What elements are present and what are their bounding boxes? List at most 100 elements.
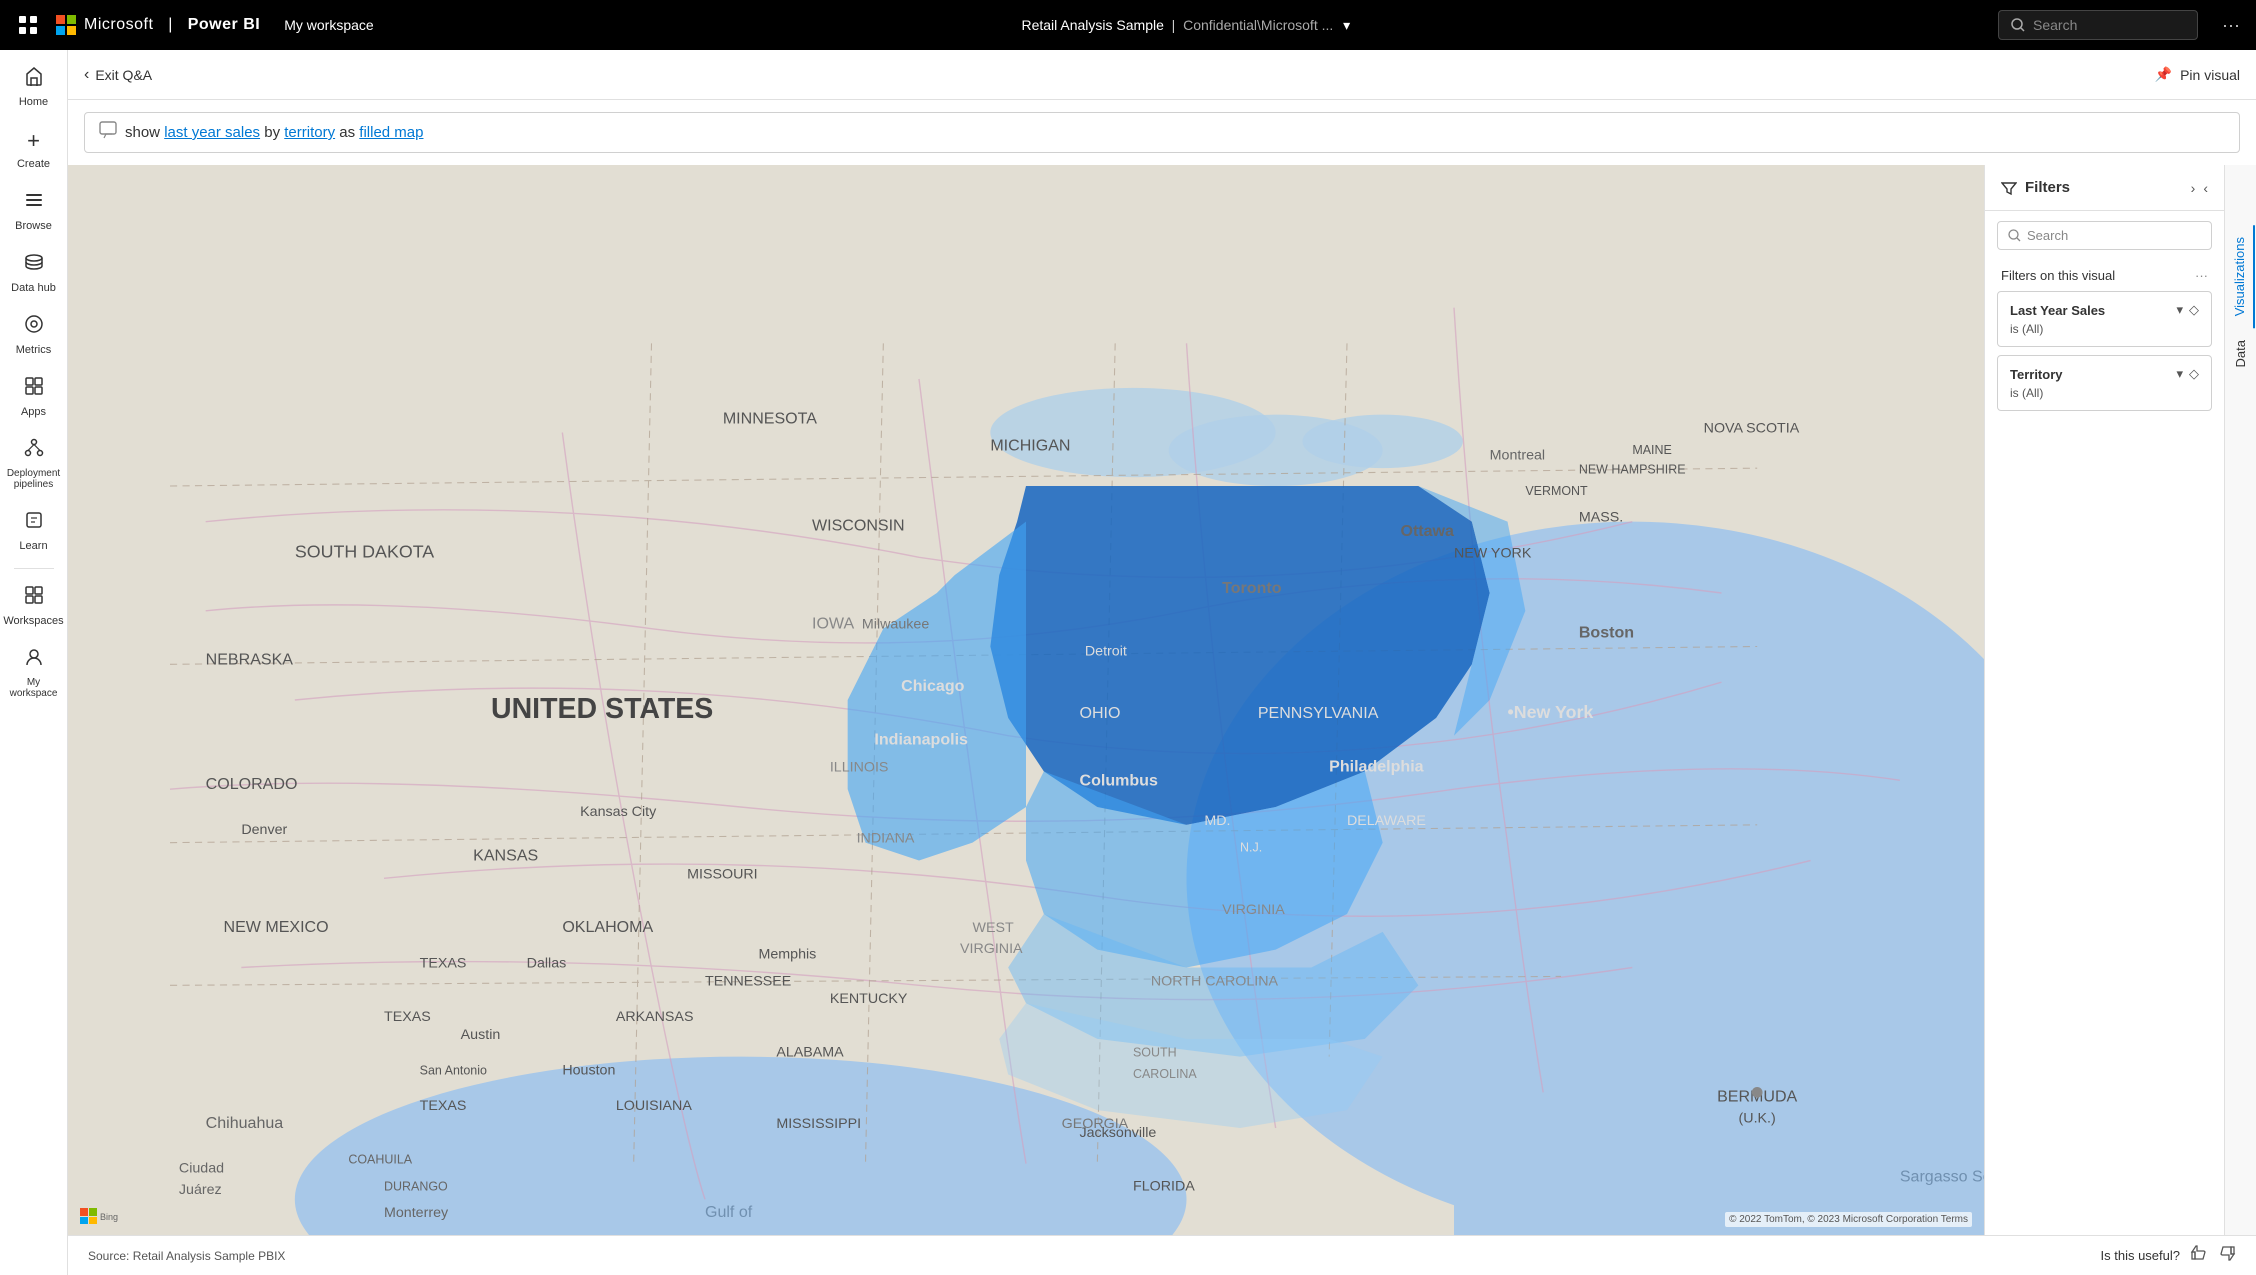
filter-icon [2001, 180, 2017, 196]
filter-panel: Filters › ‹ Search Filters on this vi [1984, 165, 2224, 1235]
create-icon: + [27, 128, 40, 154]
svg-text:Philadelphia: Philadelphia [1329, 757, 1425, 775]
qa-highlight-2[interactable]: territory [284, 124, 335, 141]
sidebar-item-home[interactable]: Home [2, 58, 66, 116]
filter-card-icons-2: ▾ ◇ [2176, 366, 2199, 382]
sidebar-item-deployment[interactable]: Deployment pipelines [2, 430, 66, 498]
home-icon [24, 66, 44, 92]
svg-text:OHIO: OHIO [1080, 704, 1121, 722]
learn-icon [24, 510, 44, 536]
datahub-icon [24, 252, 44, 278]
pin-label: Pin visual [2180, 67, 2240, 83]
sidebar-item-datahub[interactable]: Data hub [2, 244, 66, 302]
svg-text:UNITED STATES: UNITED STATES [491, 693, 713, 725]
svg-text:OKLAHOMA: OKLAHOMA [562, 918, 653, 936]
topbar-search[interactable]: Search [1998, 10, 2198, 40]
map-svg: UNITED STATES SOUTH DAKOTA NEBRASKA COLO… [68, 165, 1984, 1235]
report-title: Retail Analysis Sample | Confidential\Mi… [390, 17, 1982, 34]
sidebar-label-metrics: Metrics [16, 344, 51, 356]
sidebar-label-browse: Browse [15, 220, 52, 232]
svg-text:VIRGINIA: VIRGINIA [1222, 902, 1285, 918]
right-tabs: Visualizations Data [2224, 165, 2256, 1235]
svg-text:Denver: Denver [241, 822, 287, 838]
sidebar-item-create[interactable]: + Create [2, 120, 66, 178]
filter-expand-icon[interactable]: › [2191, 180, 2196, 196]
svg-text:Jacksonville: Jacksonville [1080, 1125, 1157, 1141]
svg-text:COAHUILA: COAHUILA [348, 1153, 412, 1167]
svg-text:KANSAS: KANSAS [473, 847, 538, 865]
filter-clear-2[interactable]: ◇ [2189, 366, 2199, 382]
filter-search[interactable]: Search [1997, 221, 2212, 250]
svg-text:Ciudad: Ciudad [179, 1161, 224, 1177]
svg-text:NORTH CAROLINA: NORTH CAROLINA [1151, 973, 1279, 989]
svg-text:MD.: MD. [1204, 813, 1230, 829]
filter-card-last-year-sales: Last Year Sales ▾ ◇ is (All) [1997, 291, 2212, 347]
svg-text:Chicago: Chicago [901, 677, 964, 695]
sidebar-label-home: Home [19, 96, 48, 108]
sidebar-item-workspaces[interactable]: Workspaces [2, 577, 66, 635]
sidebar-label-apps: Apps [21, 406, 46, 418]
filter-card-territory: Territory ▾ ◇ is (All) [1997, 355, 2212, 411]
sidebar-item-browse[interactable]: Browse [2, 182, 66, 240]
topbar: Microsoft | Power BI My workspace Retail… [0, 0, 2256, 50]
svg-text:ALABAMA: ALABAMA [776, 1045, 844, 1061]
exit-qa-label: Exit Q&A [95, 67, 152, 83]
qa-mid2: as [335, 124, 359, 141]
svg-text:PENNSYLVANIA: PENNSYLVANIA [1258, 704, 1379, 722]
sidebar-item-myworkspace[interactable]: My workspace [2, 639, 66, 707]
filter-chevron-2[interactable]: ▾ [2176, 366, 2183, 382]
svg-text:CAROLINA: CAROLINA [1133, 1067, 1197, 1081]
svg-text:Bing: Bing [100, 1212, 118, 1222]
thumbs-up-icon[interactable] [2190, 1244, 2208, 1267]
pin-visual-button[interactable]: 📌 Pin visual [2155, 66, 2240, 83]
more-options-icon[interactable]: ··· [2222, 15, 2240, 36]
tab-visualizations[interactable]: Visualizations [2226, 225, 2255, 328]
title-chevron-icon[interactable]: ▾ [1343, 17, 1350, 33]
filter-clear-1[interactable]: ◇ [2189, 302, 2199, 318]
svg-text:ILLINOIS: ILLINOIS [830, 759, 889, 775]
workspace-label[interactable]: My workspace [284, 17, 373, 33]
svg-text:MISSISSIPPI: MISSISSIPPI [776, 1116, 861, 1132]
svg-text:Indianapolis: Indianapolis [874, 731, 968, 749]
deployment-icon [24, 438, 44, 464]
sidebar-item-apps[interactable]: Apps [2, 368, 66, 426]
sidebar-item-metrics[interactable]: Metrics [2, 306, 66, 364]
grid-icon[interactable] [16, 13, 40, 37]
svg-text:IOWA: IOWA [812, 615, 854, 633]
map-logo-icon: Bing [80, 1208, 140, 1227]
svg-text:Toronto: Toronto [1222, 579, 1282, 597]
footer-source: Source: Retail Analysis Sample PBIX [88, 1249, 285, 1263]
qa-highlight-1[interactable]: last year sales [164, 124, 260, 141]
map-container[interactable]: UNITED STATES SOUTH DAKOTA NEBRASKA COLO… [68, 165, 1984, 1235]
qa-prefix: show [125, 124, 164, 141]
filter-collapse-icon[interactable]: ‹ [2203, 180, 2208, 196]
back-arrow-icon: ‹ [84, 66, 89, 84]
filter-name-2: Territory [2010, 367, 2063, 382]
svg-text:Houston: Houston [562, 1063, 615, 1079]
filter-name-1: Last Year Sales [2010, 303, 2105, 318]
map-copyright: © 2022 TomTom, © 2023 Microsoft Corporat… [1725, 1212, 1972, 1227]
filter-search-icon [2008, 229, 2021, 242]
svg-text:ARKANSAS: ARKANSAS [616, 1009, 694, 1025]
exit-qa-button[interactable]: ‹ Exit Q&A [84, 66, 152, 84]
sidebar-item-learn[interactable]: Learn [2, 502, 66, 560]
svg-text:Ottawa: Ottawa [1401, 522, 1456, 540]
svg-text:TEXAS: TEXAS [420, 956, 467, 972]
svg-text:San Antonio: San Antonio [420, 1064, 487, 1078]
sidebar-label-create: Create [17, 158, 50, 170]
svg-text:Sargasso Sea: Sargasso Sea [1900, 1168, 1984, 1186]
metrics-icon [24, 314, 44, 340]
tab-data[interactable]: Data [2227, 328, 2254, 379]
svg-text:MINNESOTA: MINNESOTA [723, 410, 817, 428]
svg-text:Kansas City: Kansas City [580, 804, 657, 820]
svg-text:SOUTH DAKOTA: SOUTH DAKOTA [295, 541, 434, 561]
svg-text:Chihuahua: Chihuahua [206, 1114, 284, 1132]
qa-highlight-3[interactable]: filled map [359, 124, 423, 141]
filter-section-dots[interactable]: ··· [2195, 268, 2208, 283]
filter-card-icons-1: ▾ ◇ [2176, 302, 2199, 318]
svg-text:NEW YORK: NEW YORK [1454, 545, 1532, 561]
filter-chevron-1[interactable]: ▾ [2176, 302, 2183, 318]
thumbs-down-icon[interactable] [2218, 1244, 2236, 1267]
sidebar-label-myworkspace: My workspace [6, 677, 62, 699]
sidebar-label-deployment: Deployment pipelines [6, 468, 62, 490]
